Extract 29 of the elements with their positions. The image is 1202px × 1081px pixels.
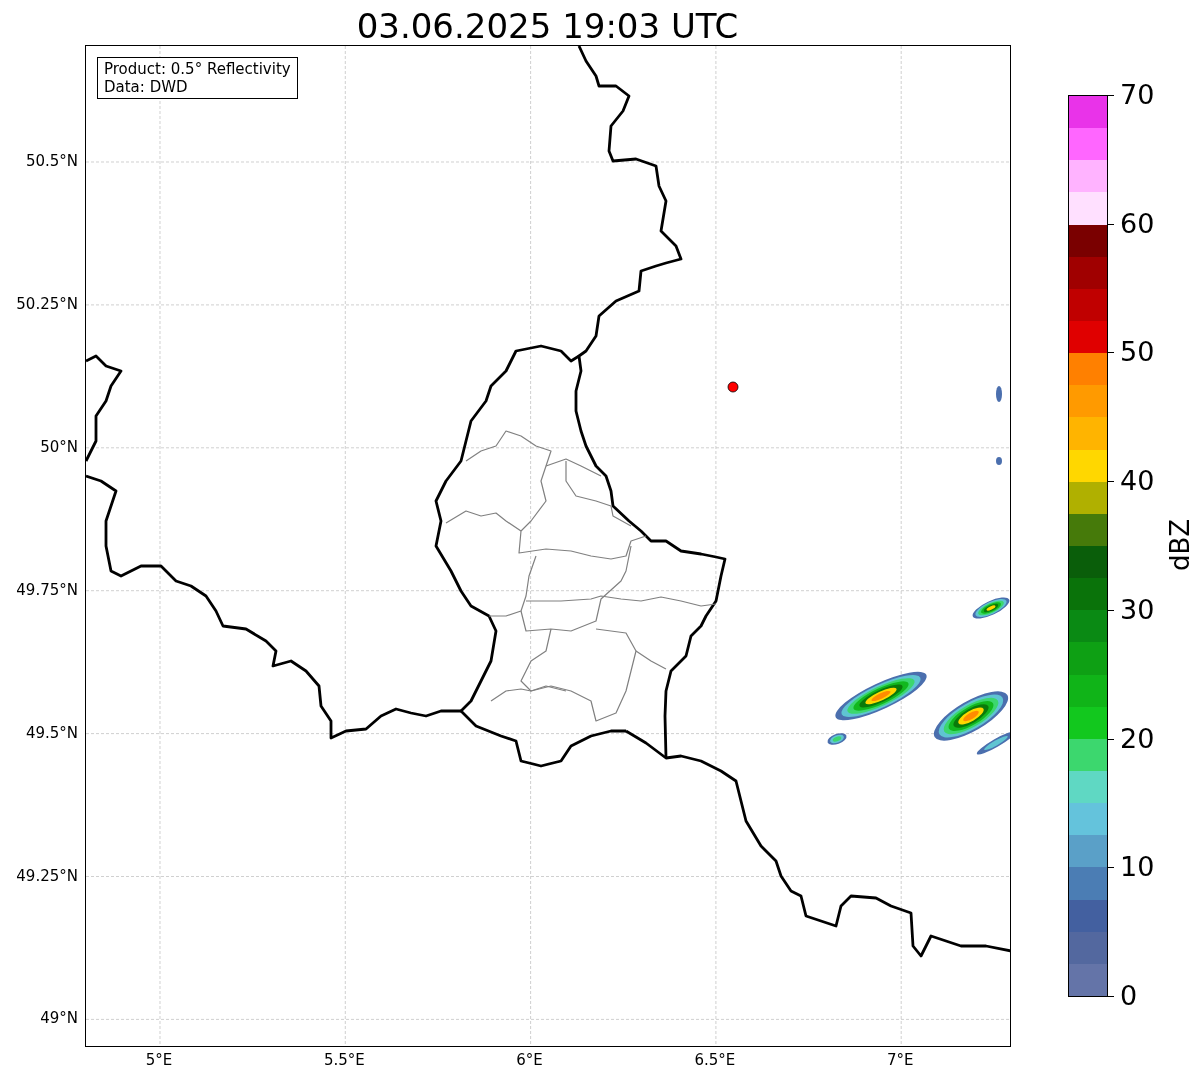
latitude-label: 50°N [39, 437, 78, 456]
colorbar-tick-label: 50 [1120, 337, 1155, 368]
longitude-label: 5.5°E [322, 1051, 366, 1069]
radar-echo [972, 597, 1010, 619]
latitude-label: 50.25°N [15, 294, 78, 313]
colorbar-tick-label: 10 [1120, 852, 1155, 883]
radar-echo [996, 457, 1002, 465]
latitude-label: 49.25°N [15, 866, 78, 885]
longitude-label: 5°E [144, 1051, 174, 1069]
colorbar-tick-label: 40 [1120, 466, 1155, 497]
latitude-label: 49.75°N [15, 580, 78, 599]
latitude-label: 50.5°N [24, 152, 78, 170]
colorbar-tick-label: 60 [1120, 208, 1155, 239]
colorbar-label: dBZ [1165, 517, 1195, 574]
latitude-label: 49.5°N [24, 723, 78, 742]
chart-title: 03.06.2025 19:03 UTC [355, 5, 740, 48]
longitude-label: 7°E [885, 1051, 915, 1069]
colorbar-tick-label: 20 [1120, 723, 1155, 754]
latitude-label: 49°N [39, 1009, 78, 1028]
colorbar-tick-label: 30 [1120, 594, 1155, 625]
legend-text: Product: 0.5° Reflectivity [104, 60, 291, 78]
colorbar-tick-label: 0 [1120, 981, 1138, 1011]
site-marker [727, 381, 739, 393]
radar-echo [827, 733, 847, 745]
radar-echo [996, 386, 1002, 402]
longitude-label: 6.5°E [693, 1051, 737, 1069]
longitude-label: 6°E [515, 1051, 544, 1069]
legend-text: Data: DWD [104, 78, 189, 96]
colorbar-tick-label: 70 [1120, 80, 1155, 110]
